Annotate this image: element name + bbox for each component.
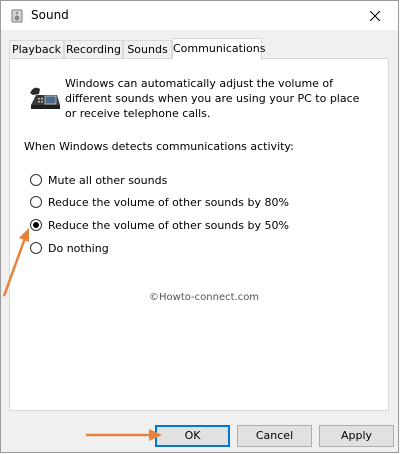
radio-do-nothing[interactable]	[30, 242, 42, 254]
watermark-text: ©Howto-connect.com	[149, 292, 260, 303]
tab-playback[interactable]: Playback	[9, 40, 64, 58]
ok-button[interactable]: OK	[155, 425, 230, 447]
option-do-nothing-label: Do nothing	[48, 241, 109, 255]
communications-panel: Windows can automatically adjust the vol…	[9, 58, 389, 411]
sound-dialog: Sound Playback Recording Sounds Communic…	[0, 0, 399, 453]
option-mute[interactable]: Mute all other sounds	[30, 172, 167, 188]
radio-reduce-80[interactable]	[30, 196, 42, 208]
title-bar: Sound	[1, 1, 398, 30]
telephone-icon	[30, 87, 60, 109]
tab-communications[interactable]: Communications	[172, 38, 265, 60]
option-reduce-50-label: Reduce the volume of other sounds by 50%	[48, 218, 289, 232]
radio-mute[interactable]	[30, 174, 42, 186]
option-reduce-80[interactable]: Reduce the volume of other sounds by 80%	[30, 194, 289, 210]
option-reduce-50[interactable]: Reduce the volume of other sounds by 50%	[30, 217, 289, 233]
cancel-button[interactable]: Cancel	[237, 425, 312, 447]
tab-sounds[interactable]: Sounds	[123, 40, 172, 58]
option-mute-label: Mute all other sounds	[48, 173, 168, 187]
tab-recording[interactable]: Recording	[64, 40, 123, 58]
apply-button[interactable]: Apply	[319, 425, 394, 447]
close-icon	[370, 10, 380, 21]
option-reduce-80-label: Reduce the volume of other sounds by 80%	[48, 195, 289, 209]
speaker-icon	[11, 9, 23, 23]
radio-reduce-50[interactable]	[30, 219, 42, 231]
close-button[interactable]	[352, 1, 398, 30]
window-title: Sound	[31, 8, 69, 22]
description-text: Windows can automatically adjust the vol…	[65, 77, 360, 120]
activity-prompt: When Windows detects communications acti…	[24, 140, 294, 153]
option-do-nothing[interactable]: Do nothing	[30, 240, 109, 256]
